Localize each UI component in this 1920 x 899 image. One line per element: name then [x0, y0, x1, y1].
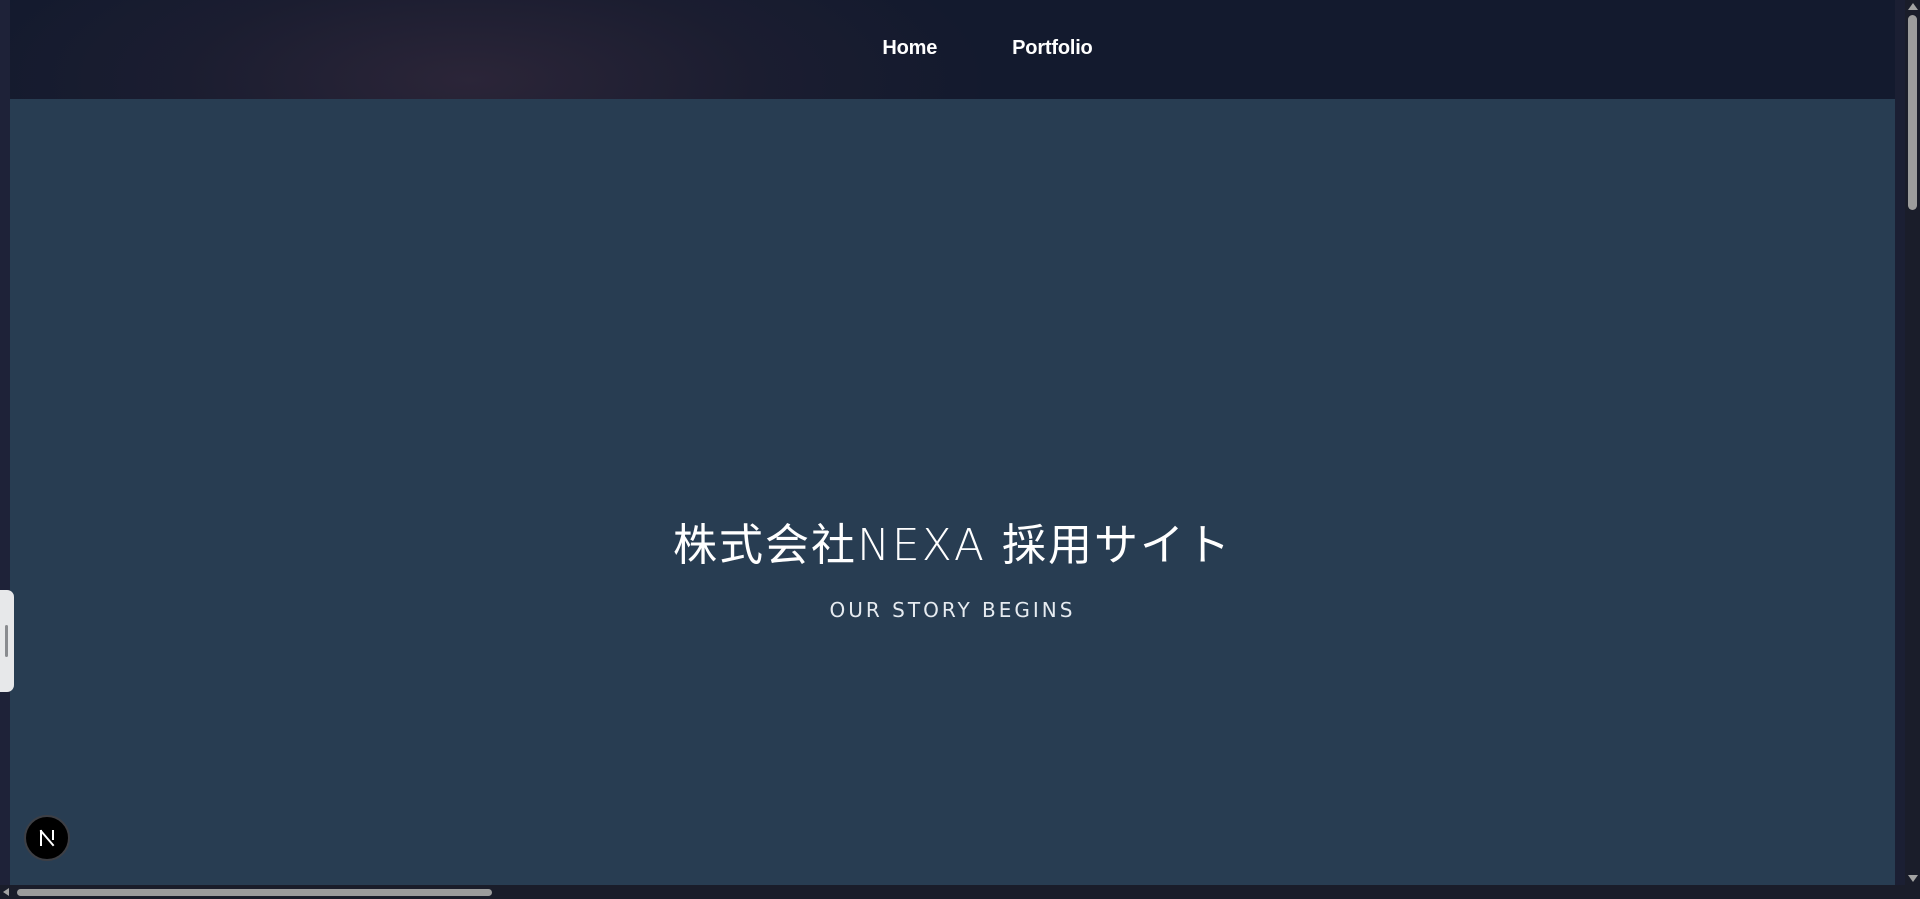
nav-links: Home Portfolio [882, 37, 1092, 60]
hero-subtitle: OUR STORY BEGINS [829, 598, 1076, 622]
scroll-left-arrow-icon[interactable] [3, 888, 9, 896]
nextjs-dev-badge[interactable] [24, 815, 70, 861]
horizontal-scroll-thumb[interactable] [17, 889, 492, 896]
nextjs-logo-icon [39, 829, 55, 847]
page-left-edge [0, 0, 10, 885]
hero-section: 株式会社NEXA 採用サイト OUR STORY BEGINS [10, 99, 1895, 885]
horizontal-scrollbar[interactable] [0, 885, 1920, 899]
nav-link-portfolio[interactable]: Portfolio [1012, 37, 1093, 60]
side-panel-handle[interactable] [0, 590, 14, 692]
scroll-down-arrow-icon[interactable] [1908, 875, 1918, 882]
scroll-up-arrow-icon[interactable] [1908, 3, 1918, 10]
grip-icon [5, 625, 8, 657]
vertical-scrollbar[interactable] [1905, 0, 1920, 885]
scrollbar-corner [1905, 885, 1920, 899]
page-viewport: Home Portfolio 株式会社NEXA 採用サイト OUR STORY … [10, 0, 1895, 885]
nav-link-home[interactable]: Home [882, 37, 937, 60]
hero-title: 株式会社NEXA 採用サイト [673, 520, 1232, 571]
vertical-scroll-thumb[interactable] [1908, 15, 1917, 210]
top-navigation: Home Portfolio [10, 0, 1895, 99]
